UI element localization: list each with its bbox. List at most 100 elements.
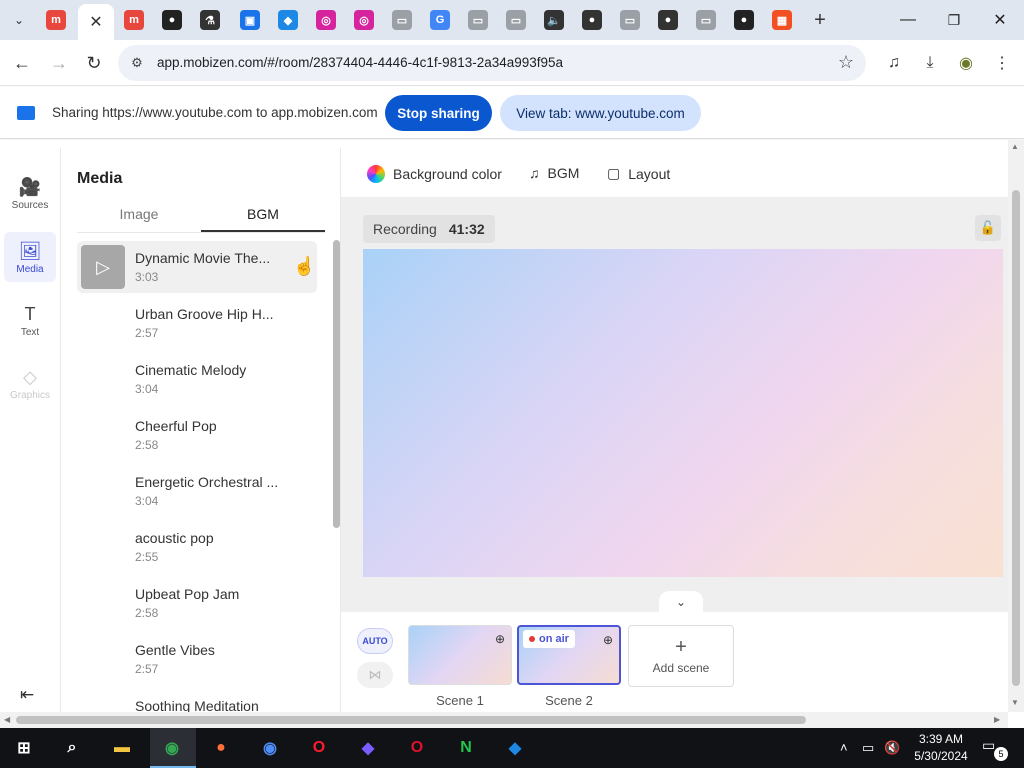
microsoft-tab-icon[interactable]: ▦ bbox=[772, 10, 792, 30]
chromium-icon[interactable]: ◉ bbox=[256, 734, 284, 762]
doc-tab-icon-3[interactable]: ▭ bbox=[506, 10, 526, 30]
network-icon[interactable]: ▭ bbox=[862, 740, 874, 756]
new-tab-button[interactable]: + bbox=[808, 8, 832, 32]
page-horizontal-scrollbar[interactable]: ◀ ▶ bbox=[0, 712, 1008, 728]
extension-icon[interactable]: ◉ bbox=[954, 51, 978, 75]
bgm-track-item[interactable]: Gentle Vibes 2:57 bbox=[77, 633, 317, 685]
file-explorer-icon[interactable]: ▬ bbox=[108, 734, 136, 762]
windows-start-icon[interactable]: ⊞ bbox=[10, 734, 38, 762]
lock-icon[interactable]: 🔓 bbox=[975, 215, 1001, 241]
view-tab-button[interactable]: View tab: www.youtube.com bbox=[500, 95, 701, 131]
close-window-button[interactable]: ✕ bbox=[986, 6, 1014, 34]
forward-icon[interactable]: → bbox=[46, 50, 72, 76]
doc-tab-icon-4[interactable]: ▭ bbox=[620, 10, 640, 30]
nav-item-media[interactable]: 🖼 Media bbox=[4, 232, 56, 282]
play-icon[interactable]: ▷ bbox=[81, 245, 125, 289]
n-app-icon[interactable]: N bbox=[452, 734, 480, 762]
bgm-button[interactable]: ♫ BGM bbox=[529, 165, 579, 181]
url-text[interactable]: app.mobizen.com/#/room/28374404-4446-4c1… bbox=[157, 55, 563, 70]
tray-chevron-icon[interactable]: ˄ bbox=[840, 740, 848, 755]
auto-button[interactable]: AUTO bbox=[357, 628, 393, 654]
bgm-track-item[interactable]: Energetic Orchestral ... 3:04 bbox=[77, 465, 317, 517]
layout-button[interactable]: ▢ Layout bbox=[607, 165, 670, 182]
mobizen-tab-icon-2[interactable]: m bbox=[124, 10, 144, 30]
chevron-down-icon[interactable]: ⌄ bbox=[659, 591, 703, 612]
download-icon[interactable]: ⤓ bbox=[918, 51, 942, 75]
purple-app-icon[interactable]: ◆ bbox=[354, 734, 382, 762]
active-tab[interactable]: ✕ bbox=[78, 4, 114, 40]
broadcast-canvas[interactable] bbox=[363, 249, 1003, 577]
speaker-tab-icon[interactable]: 🔈 bbox=[544, 10, 564, 30]
screen-tab-icon[interactable]: ▣ bbox=[240, 10, 260, 30]
page-vertical-scrollbar[interactable]: ▲ ▼ bbox=[1008, 140, 1024, 712]
tab-image[interactable]: Image bbox=[77, 206, 201, 232]
mobizen-tab-icon[interactable]: m bbox=[46, 10, 66, 30]
bgm-track-item[interactable]: Cinematic Melody 3:04 bbox=[77, 353, 317, 405]
profile-tab-icon-2[interactable]: ● bbox=[658, 10, 678, 30]
scroll-left-icon[interactable]: ◀ bbox=[4, 715, 10, 724]
bgm-track-item[interactable]: Upbeat Pop Jam 2:58 bbox=[77, 577, 317, 629]
menu-icon[interactable]: ⋮ bbox=[990, 51, 1014, 75]
panel-scrollbar[interactable] bbox=[333, 240, 340, 528]
track-name: Gentle Vibes bbox=[135, 642, 215, 658]
minimize-button[interactable]: — bbox=[894, 6, 922, 34]
scroll-down-icon[interactable]: ▼ bbox=[1011, 698, 1019, 707]
opera-gx-icon[interactable]: O bbox=[403, 734, 431, 762]
background-color-button[interactable]: Background color bbox=[367, 165, 502, 183]
collapse-panel-icon[interactable]: ⇤ bbox=[20, 685, 34, 705]
nav-item-sources[interactable]: 🎥 Sources bbox=[4, 168, 56, 218]
github-tab-icon-2[interactable]: ● bbox=[734, 10, 754, 30]
site-info-icon[interactable]: ⚙ bbox=[128, 54, 146, 72]
github-tab-icon[interactable]: ● bbox=[162, 10, 182, 30]
bgm-track-item[interactable]: Urban Groove Hip H... 2:57 bbox=[77, 297, 317, 349]
system-clock[interactable]: 3:39 AM 5/30/2024 bbox=[912, 731, 970, 765]
zoom-icon[interactable]: ⊕ bbox=[495, 632, 505, 646]
track-duration: 2:57 bbox=[135, 326, 159, 340]
transition-icon[interactable]: ⋈ bbox=[357, 662, 393, 688]
nav-item-graphics[interactable]: ◇ Graphics bbox=[4, 358, 56, 408]
search-icon[interactable]: ⌕ bbox=[58, 734, 86, 762]
scroll-right-icon[interactable]: ▶ bbox=[994, 715, 1000, 724]
bgm-track-item[interactable]: acoustic pop 2:55 bbox=[77, 521, 317, 573]
instagram-tab-icon-2[interactable]: ◎ bbox=[354, 10, 374, 30]
scroll-up-icon[interactable]: ▲ bbox=[1011, 142, 1019, 151]
opera-icon[interactable]: O bbox=[305, 734, 333, 762]
profile-tab-icon[interactable]: ● bbox=[582, 10, 602, 30]
volume-muted-icon[interactable]: 🔇 bbox=[884, 740, 900, 756]
scroll-thumb[interactable] bbox=[1012, 190, 1020, 686]
instagram-tab-icon[interactable]: ◎ bbox=[316, 10, 336, 30]
media-control-icon[interactable]: ♫ bbox=[882, 51, 906, 75]
blue-app-icon[interactable]: ◆ bbox=[501, 734, 529, 762]
tab-bgm[interactable]: BGM bbox=[201, 206, 325, 232]
reload-icon[interactable]: ↻ bbox=[81, 50, 107, 76]
track-name: Upbeat Pop Jam bbox=[135, 586, 240, 602]
plus-icon: + bbox=[675, 636, 687, 658]
scene-label: Scene 1 bbox=[436, 693, 484, 708]
firefox-icon[interactable]: ● bbox=[207, 734, 235, 762]
side-nav: 🎥 Sources 🖼 Media T Text ◇ Graphics ⇤ bbox=[0, 148, 61, 712]
tab-search-icon[interactable]: ⌄ bbox=[6, 8, 32, 32]
close-tab-icon[interactable]: ✕ bbox=[89, 12, 102, 32]
back-icon[interactable]: ← bbox=[9, 50, 35, 76]
nav-item-text[interactable]: T Text bbox=[4, 295, 56, 345]
doc-tab-icon[interactable]: ▭ bbox=[392, 10, 412, 30]
app-tab-icon[interactable]: ◆ bbox=[278, 10, 298, 30]
maximize-button[interactable]: ❐ bbox=[940, 6, 968, 34]
bookmark-star-icon[interactable]: ☆ bbox=[838, 52, 854, 73]
zoom-icon[interactable]: ⊕ bbox=[603, 633, 613, 647]
bgm-track-item[interactable]: ▷ Dynamic Movie The... 3:03 bbox=[77, 241, 317, 293]
scroll-thumb[interactable] bbox=[16, 716, 806, 724]
chrome-icon[interactable]: ◉ bbox=[158, 734, 186, 762]
stop-sharing-button[interactable]: Stop sharing bbox=[385, 95, 492, 131]
layout-icon: ▢ bbox=[607, 165, 621, 181]
scene-thumbnail-1[interactable]: ⊕ bbox=[408, 625, 512, 685]
address-bar[interactable]: ⚙ app.mobizen.com/#/room/28374404-4446-4… bbox=[118, 45, 866, 81]
bgm-track-item[interactable]: Cheerful Pop 2:58 bbox=[77, 409, 317, 461]
add-scene-button[interactable]: + Add scene bbox=[628, 625, 734, 687]
scene-thumbnail-2[interactable]: on air ⊕ bbox=[517, 625, 621, 685]
doc-tab-icon-2[interactable]: ▭ bbox=[468, 10, 488, 30]
google-tab-icon[interactable]: G bbox=[430, 10, 450, 30]
doc-tab-icon-5[interactable]: ▭ bbox=[696, 10, 716, 30]
flask-tab-icon[interactable]: ⚗ bbox=[200, 10, 220, 30]
bgm-track-item[interactable]: Soothing Meditation bbox=[77, 689, 317, 712]
